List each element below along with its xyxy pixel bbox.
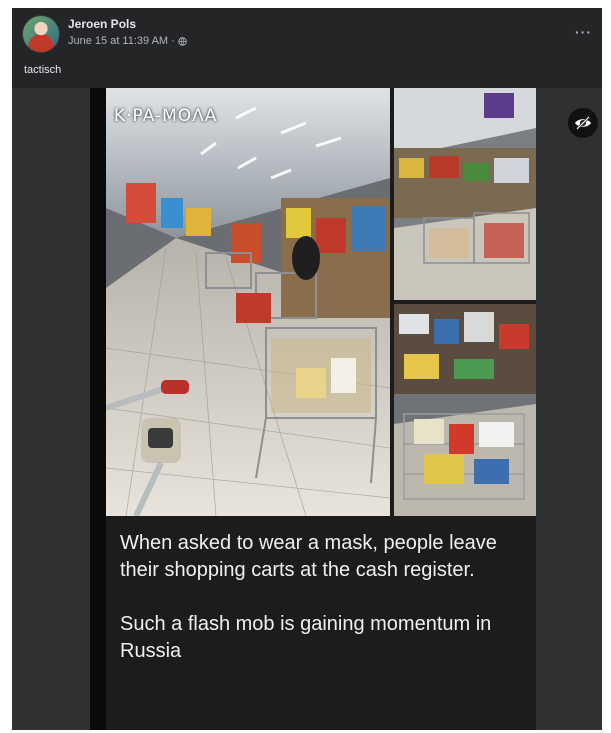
meme-text: When asked to wear a mask, people leave … [120,530,530,692]
meta-separator: · [171,35,175,47]
meme-image: K·PA-MOΛA When asked to wear a mask, peo… [90,88,536,730]
globe-icon[interactable] [178,36,187,46]
post-meta: June 15 at 11:39 AM · [68,35,187,47]
supermarket-photo-main [106,88,390,516]
post-caption: tactisch [24,64,62,76]
hide-media-button[interactable] [568,108,598,138]
meme-text-line: Such a flash mob is gaining momentum in … [120,613,492,662]
supermarket-photo-bottom-right [394,304,536,516]
post-timestamp[interactable]: June 15 at 11:39 AM [68,35,168,47]
meme-text-line: When asked to wear a mask, people leave … [120,532,497,581]
more-options-button[interactable]: ··· [575,24,592,40]
brand-watermark: K·PA-MOΛA [114,106,218,126]
post-card: Jeroen Pols June 15 at 11:39 AM · ··· ta… [12,8,602,730]
post-media[interactable]: K·PA-MOΛA When asked to wear a mask, peo… [12,88,602,730]
post-header: Jeroen Pols June 15 at 11:39 AM · ··· [12,8,602,60]
supermarket-photo-top-right [394,88,536,300]
avatar[interactable] [22,15,60,53]
eye-slash-icon [575,116,591,130]
author-name[interactable]: Jeroen Pols [68,17,136,31]
